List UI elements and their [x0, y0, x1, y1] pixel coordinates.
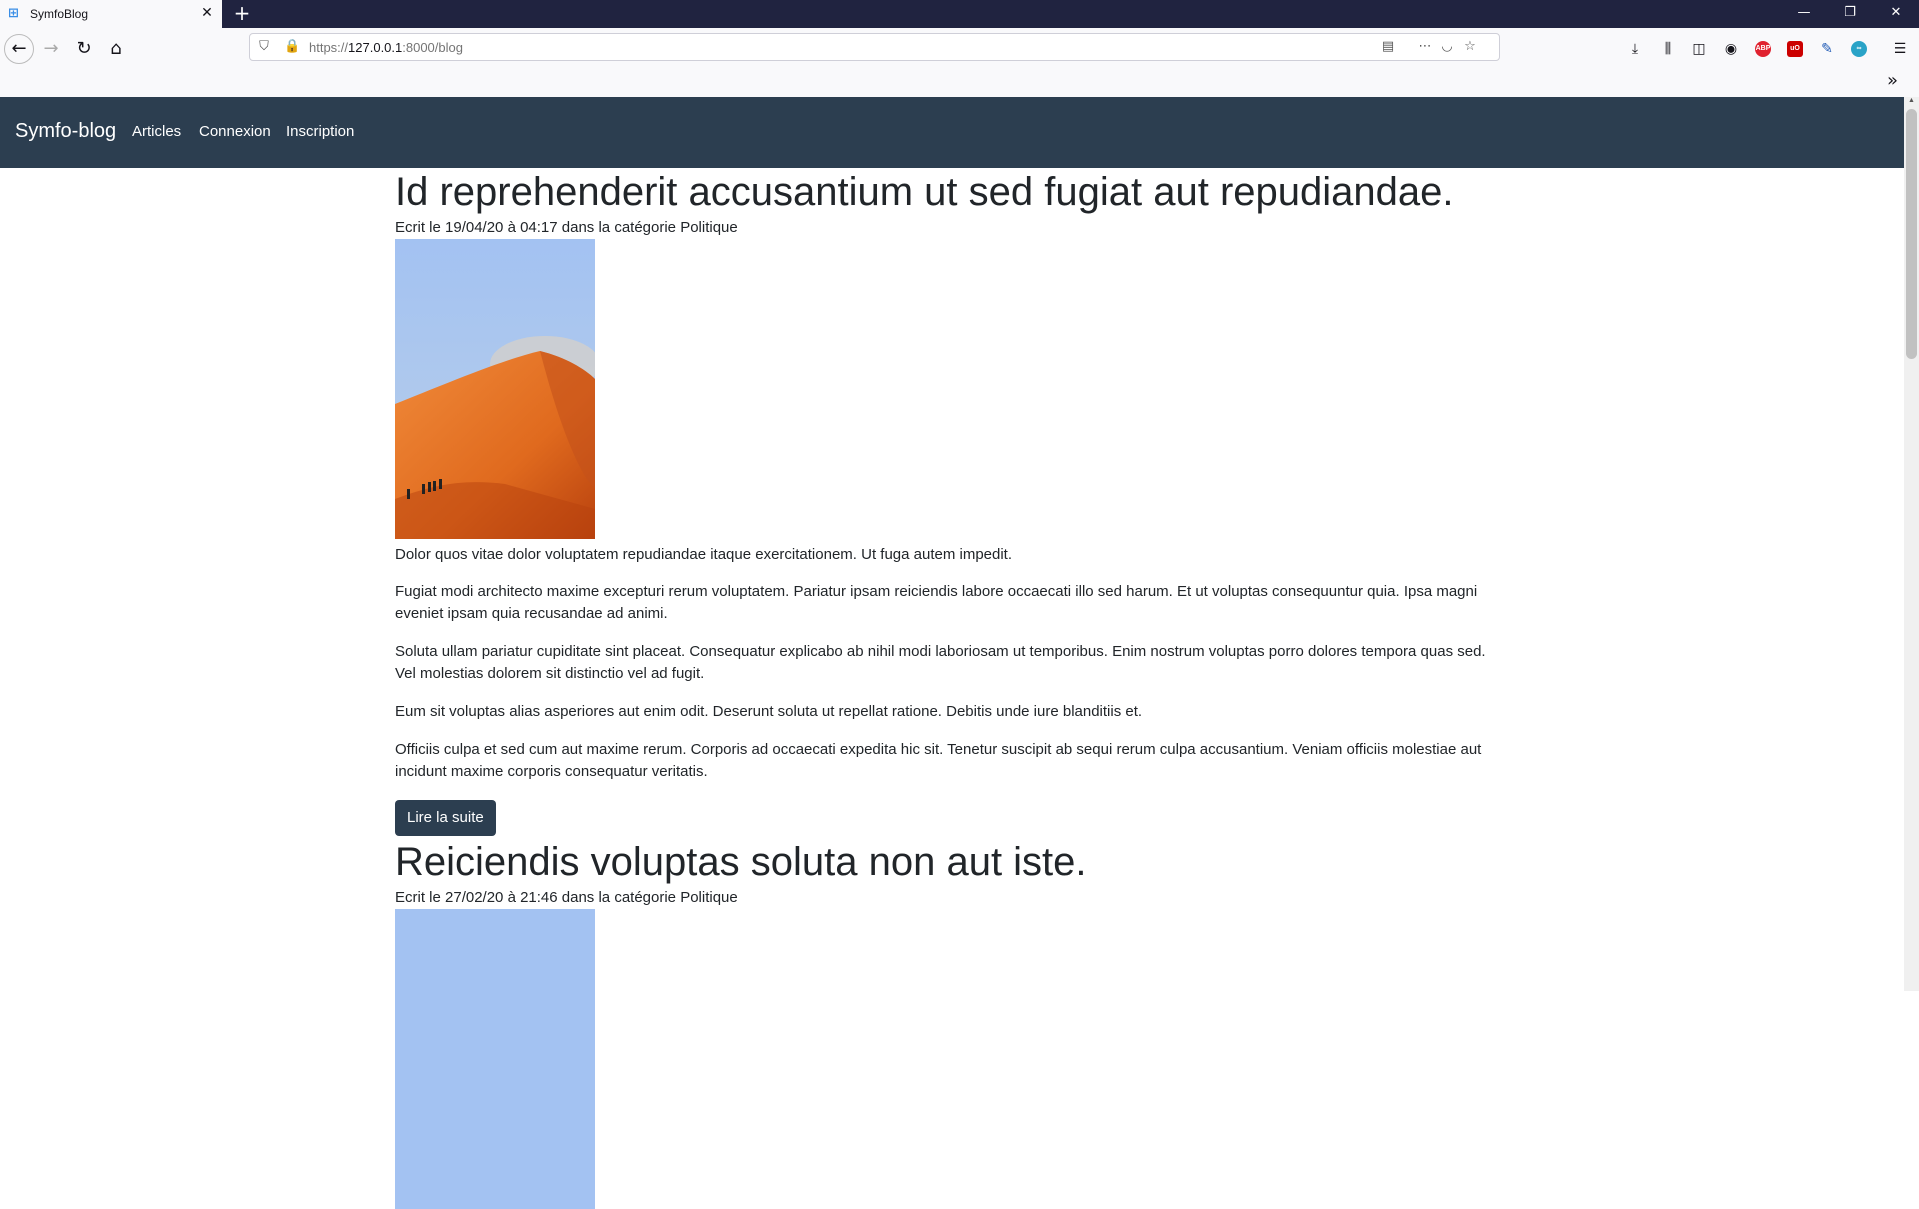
tab-close-icon[interactable]: ✕	[198, 4, 216, 22]
bookmark-star-icon[interactable]: ☆	[1462, 39, 1478, 55]
article-paragraph: Dolor quos vitae dolor voluptatem repudi…	[395, 546, 1013, 563]
adblock-plus-icon[interactable]: ABP	[1755, 41, 1771, 57]
article-paragraph: Officiis culpa et sed cum aut maxime rer…	[395, 741, 1482, 780]
back-arrow-icon[interactable]: ←	[4, 34, 34, 64]
url-text[interactable]: https://127.0.0.1:8000/blog	[309, 40, 463, 56]
article: Id reprehenderit accusantium ut sed fugi…	[395, 168, 1505, 836]
downloads-icon[interactable]: ⤓	[1624, 38, 1646, 60]
menu-icon[interactable]: ☰	[1889, 38, 1911, 60]
scroll-thumb[interactable]	[1906, 109, 1917, 359]
lock-warning-icon[interactable]: 🔒	[284, 39, 300, 55]
article-image	[395, 909, 595, 1209]
overflow-chevron-icon[interactable]: »	[1887, 70, 1898, 91]
new-tab-button[interactable]: +	[230, 2, 254, 26]
restore-button[interactable]: ❐	[1827, 0, 1873, 28]
url-bar[interactable]: ⛉ 🔒 https://127.0.0.1:8000/blog ▤ ⋯ ◡ ☆	[249, 33, 1500, 61]
article-title[interactable]: Reiciendis voluptas soluta non aut iste.	[395, 838, 1505, 886]
eyedropper-icon[interactable]: ✎	[1816, 38, 1838, 60]
sidebar-icon[interactable]: ◫	[1688, 38, 1710, 60]
extension-icon[interactable]: ∞	[1851, 41, 1867, 57]
browser-tab-bar: ⊞ SymfoBlog ✕ + — ❐ ✕	[0, 0, 1919, 28]
shield-icon[interactable]: ⛉	[256, 39, 272, 55]
reload-icon[interactable]: ↻	[69, 34, 99, 64]
article-meta: Ecrit le 19/04/20 à 04:17 dans la catégo…	[395, 219, 738, 236]
scroll-up-icon[interactable]: ▲	[1906, 97, 1917, 105]
nav-link-inscription[interactable]: Inscription	[286, 122, 354, 142]
page-scrollbar[interactable]: ▲	[1904, 97, 1919, 991]
read-more-button[interactable]: Lire la suite	[395, 800, 496, 836]
page-actions-icon[interactable]: ⋯	[1417, 39, 1433, 55]
browser-tab[interactable]: ⊞ SymfoBlog ✕	[0, 0, 222, 28]
browser-toolbar: ← → ↻ ⌂ ⛉ 🔒 https://127.0.0.1:8000/blog …	[0, 28, 1919, 97]
article-title[interactable]: Id reprehenderit accusantium ut sed fugi…	[395, 168, 1505, 216]
nav-link-connexion[interactable]: Connexion	[199, 122, 271, 142]
article-paragraph: Eum sit voluptas alias asperiores aut en…	[395, 703, 1143, 720]
site-brand[interactable]: Symfo-blog	[15, 119, 116, 143]
nav-link-articles[interactable]: Articles	[132, 122, 181, 142]
article-image	[395, 239, 595, 539]
article-paragraph: Soluta ullam pariatur cupiditate sint pl…	[395, 643, 1486, 682]
minimize-button[interactable]: —	[1781, 0, 1827, 28]
site-favicon-icon: ⊞	[8, 6, 19, 21]
library-icon[interactable]: ⫼	[1657, 38, 1679, 60]
article: Reiciendis voluptas soluta non aut iste.…	[395, 838, 1505, 1209]
home-icon[interactable]: ⌂	[101, 34, 131, 64]
ublock-icon[interactable]: uO	[1787, 41, 1803, 57]
pocket-icon[interactable]: ◡	[1439, 39, 1455, 55]
close-window-button[interactable]: ✕	[1873, 0, 1919, 28]
tab-title: SymfoBlog	[30, 7, 89, 21]
reader-view-icon[interactable]: ▤	[1380, 39, 1396, 55]
article-meta: Ecrit le 27/02/20 à 21:46 dans la catégo…	[395, 889, 738, 906]
forward-arrow-icon[interactable]: →	[36, 34, 66, 64]
account-icon[interactable]: ◉	[1720, 38, 1742, 60]
site-navbar: Symfo-blog Articles Connexion Inscriptio…	[0, 97, 1904, 168]
article-paragraph: Fugiat modi architecto maxime excepturi …	[395, 583, 1478, 622]
main-content: Id reprehenderit accusantium ut sed fugi…	[395, 168, 1505, 1209]
